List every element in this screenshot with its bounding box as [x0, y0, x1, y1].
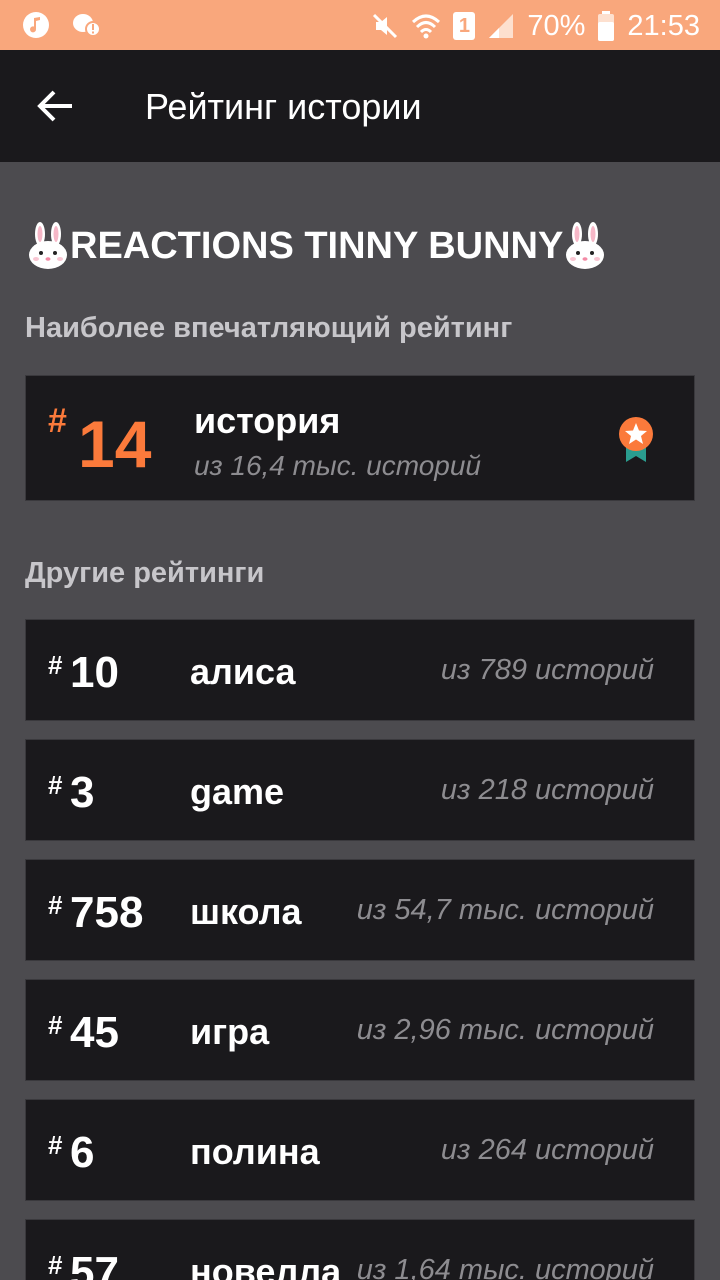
rank-number: 45 [70, 1008, 119, 1057]
rank-total: из 218 историй [440, 774, 654, 806]
rank-tag: алиса [190, 651, 296, 692]
other-rankings-label: Другие рейтинги [25, 557, 265, 589]
signal-icon [489, 14, 514, 38]
rabbit-face-icon [566, 222, 605, 269]
music-icon [23, 12, 49, 38]
rank-hash: # [48, 770, 63, 800]
wifi-icon [412, 14, 441, 39]
rabbit-face-icon [29, 222, 67, 269]
rank-hash: # [48, 402, 67, 440]
rank-number: 758 [70, 888, 144, 937]
battery-icon [598, 11, 615, 41]
ranking-row[interactable]: # 45 игра из 2,96 тыс. историй [25, 979, 695, 1081]
page-title: Рейтинг истории [145, 86, 422, 127]
rank-tag: история [194, 400, 341, 441]
best-ranking-card[interactable]: # 14 история из 16,4 тыс. историй [25, 375, 695, 501]
rank-total: из 2,96 тыс. историй [356, 1014, 654, 1046]
rank-tag: новелла [190, 1251, 342, 1280]
mute-icon [373, 13, 398, 39]
rank-hash: # [48, 1130, 63, 1160]
rank-number: 10 [70, 648, 119, 697]
best-ranking-label: Наиболее впечатляющий рейтинг [25, 312, 513, 344]
rank-hash: # [48, 1010, 63, 1040]
rank-tag: школа [190, 891, 302, 932]
chat-alert-icon [73, 14, 101, 37]
ranking-row[interactable]: # 6 полина из 264 историй [25, 1099, 695, 1201]
story-title-text: REACTIONS TINNY BUNNY [70, 224, 564, 267]
rank-total: из 1,64 тыс. историй [356, 1254, 654, 1280]
medal-icon [619, 417, 653, 462]
clock: 21:53 [627, 9, 700, 42]
rank-hash: # [48, 1250, 63, 1280]
rank-hash: # [48, 890, 63, 920]
sim-icon: 1 [453, 12, 476, 40]
rank-number: 6 [70, 1128, 95, 1177]
arrow-left-icon[interactable] [34, 84, 78, 128]
battery-percent: 70% [527, 9, 586, 42]
rank-total: из 54,7 тыс. историй [356, 894, 654, 926]
ranking-row[interactable]: # 3 game из 218 историй [25, 739, 695, 841]
app-bar: Рейтинг истории [0, 50, 720, 162]
rank-tag: game [190, 771, 285, 812]
rank-tag: полина [190, 1131, 320, 1172]
story-title: REACTIONS TINNY BUNNY [26, 222, 607, 270]
rank-hash: # [48, 650, 63, 680]
rank-number: 14 [78, 407, 152, 481]
rank-number: 57 [70, 1248, 119, 1280]
rank-total: из 264 историй [440, 1134, 654, 1166]
rank-tag: игра [190, 1011, 270, 1052]
status-bar: 1 70% 21:53 [0, 0, 720, 50]
rank-number: 3 [70, 768, 95, 817]
rank-total: из 789 историй [440, 654, 654, 686]
rank-total: из 16,4 тыс. историй [194, 450, 481, 481]
ranking-row[interactable]: # 57 новелла из 1,64 тыс. историй [25, 1219, 695, 1280]
ranking-row[interactable]: # 10 алиса из 789 историй [25, 619, 695, 721]
ranking-row[interactable]: # 758 школа из 54,7 тыс. историй [25, 859, 695, 961]
